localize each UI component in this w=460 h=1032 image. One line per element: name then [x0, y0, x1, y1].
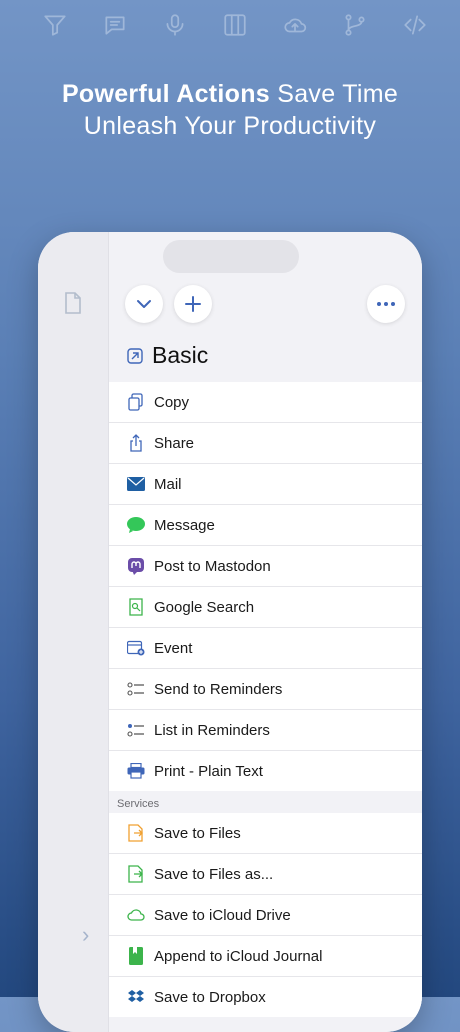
service-label: Save to Dropbox	[154, 988, 266, 1006]
action-label: Share	[154, 434, 195, 452]
add-button[interactable]	[174, 285, 212, 323]
action-label: List in Reminders	[154, 721, 270, 739]
action-list-reminders[interactable]: List in Reminders	[109, 710, 422, 751]
microphone-icon	[160, 10, 190, 40]
collapse-button[interactable]	[125, 285, 163, 323]
service-label: Append to iCloud Journal	[154, 947, 323, 965]
dropbox-icon	[127, 988, 145, 1006]
action-print[interactable]: Print - Plain Text	[109, 751, 422, 791]
reminders-icon	[127, 680, 145, 698]
plus-icon	[185, 296, 201, 312]
service-label: Save to Files	[154, 824, 241, 842]
ellipsis-icon	[377, 302, 395, 306]
chevron-right-icon[interactable]: ›	[82, 922, 89, 948]
chevron-down-icon	[137, 300, 151, 308]
section-title-row: Basic	[127, 342, 208, 369]
action-label: Copy	[154, 393, 190, 411]
service-icloud-drive[interactable]: Save to iCloud Drive	[109, 895, 422, 936]
action-send-reminders[interactable]: Send to Reminders	[109, 669, 422, 710]
action-google-search[interactable]: Google Search	[109, 587, 422, 628]
service-label: Save to iCloud Drive	[154, 906, 291, 924]
action-label: Event	[154, 639, 193, 657]
action-event[interactable]: Event	[109, 628, 422, 669]
external-arrow-icon	[127, 347, 143, 364]
git-branch-icon	[340, 10, 370, 40]
sidebar: ›	[38, 232, 109, 1032]
action-mastodon[interactable]: Post to Mastodon	[109, 546, 422, 587]
service-save-files-as[interactable]: Save to Files as...	[109, 854, 422, 895]
action-copy[interactable]: Copy	[109, 382, 422, 423]
headline-rest: Save Time	[270, 80, 399, 108]
services-header: Services	[117, 798, 160, 810]
headline-bold: Powerful Actions	[61, 80, 270, 108]
search-doc-icon	[127, 598, 145, 616]
service-icloud-journal[interactable]: Append to iCloud Journal	[109, 936, 422, 977]
section-title: Basic	[152, 342, 209, 368]
action-label: Mail	[154, 475, 182, 493]
more-button[interactable]	[367, 285, 405, 323]
headline-line2: Unleash Your Productivity	[83, 112, 377, 140]
printer-icon	[127, 762, 145, 780]
journal-icon	[127, 947, 145, 965]
phone-mockup: › Basic Copy Share Mail Message Post to …	[38, 232, 422, 1032]
share-icon	[127, 434, 145, 452]
filter-icon	[40, 10, 70, 40]
dynamic-island	[163, 240, 299, 273]
columns-icon	[220, 10, 250, 40]
action-share[interactable]: Share	[109, 423, 422, 464]
actions-panel: Basic Copy Share Mail Message Post to Ma…	[109, 232, 422, 1032]
calendar-icon	[127, 639, 145, 657]
files-as-icon	[127, 865, 145, 883]
service-label: Save to Files as...	[154, 865, 274, 883]
action-label: Message	[154, 516, 215, 534]
icloud-icon	[127, 906, 145, 924]
action-message[interactable]: Message	[109, 505, 422, 546]
services-list: Save to Files Save to Files as... Save t…	[109, 813, 422, 1017]
action-label: Print - Plain Text	[154, 762, 263, 780]
action-label: Send to Reminders	[154, 680, 283, 698]
basic-actions-list: Copy Share Mail Message Post to Mastodon…	[109, 382, 422, 791]
action-label: Google Search	[154, 598, 255, 616]
cloud-upload-icon	[280, 10, 310, 40]
service-dropbox[interactable]: Save to Dropbox	[109, 977, 422, 1017]
top-icon-strip	[40, 10, 430, 40]
code-icon	[400, 10, 430, 40]
mastodon-icon	[127, 557, 145, 575]
copy-icon	[127, 393, 145, 411]
reminders-list-icon	[127, 721, 145, 739]
mail-icon	[127, 475, 145, 493]
service-save-files[interactable]: Save to Files	[109, 813, 422, 854]
headline: Powerful Actions Save Time Unleash Your …	[0, 78, 460, 142]
action-mail[interactable]: Mail	[109, 464, 422, 505]
action-label: Post to Mastodon	[154, 557, 271, 575]
chat-bubble-icon	[100, 10, 130, 40]
message-icon	[127, 516, 145, 534]
files-icon	[127, 824, 145, 842]
document-icon[interactable]	[64, 292, 82, 319]
